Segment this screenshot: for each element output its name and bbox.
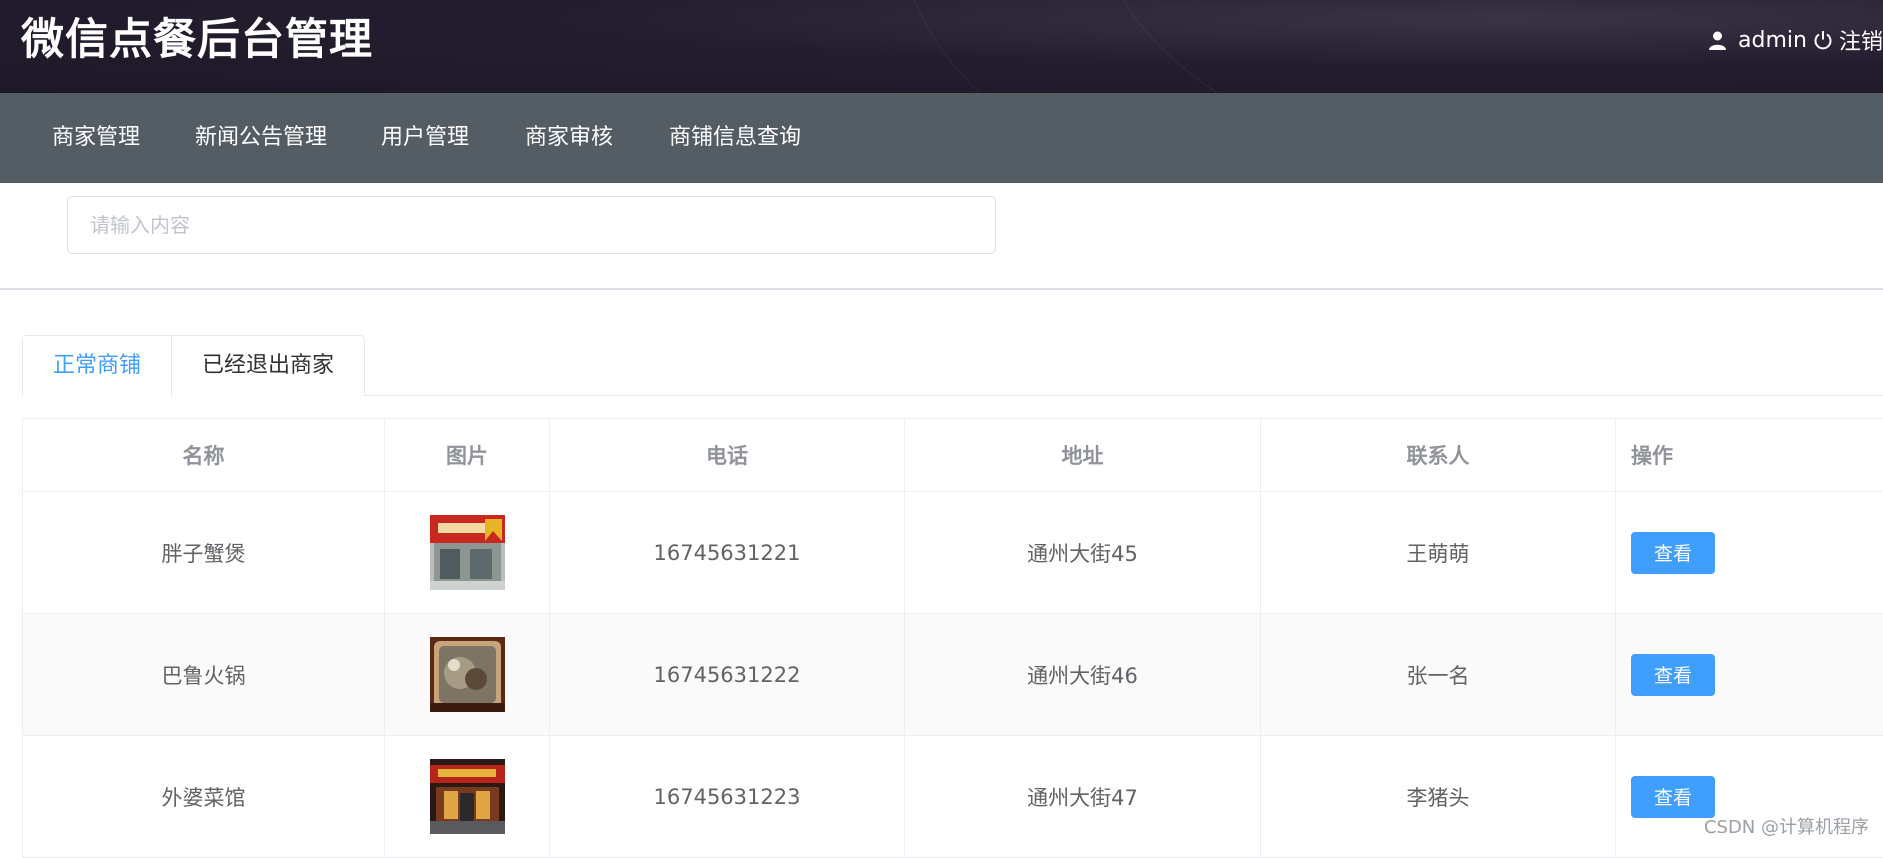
shop-contact: 张一名 [1261,614,1616,735]
shop-name: 胖子蟹煲 [23,492,385,613]
nav-item-merchant-management[interactable]: 商家管理 [52,93,140,183]
nav-item-merchant-review[interactable]: 商家审核 [525,93,613,183]
shop-address: 通州大街46 [905,614,1261,735]
shop-thumbnail [429,759,505,834]
power-icon[interactable] [1813,30,1833,50]
table-row: 外婆菜馆 16745631223 通州大街47 李猪头 查看 [23,736,1883,858]
shop-name: 巴鲁火锅 [23,614,385,735]
search-input[interactable] [67,196,996,254]
image-cell [385,614,550,735]
column-header-image: 图片 [385,419,550,491]
app-title: 微信点餐后台管理 [21,15,373,65]
shop-thumbnail [429,637,505,712]
action-cell: 查看 [1616,492,1883,613]
shop-phone: 16745631222 [550,614,905,735]
shop-status-tabs: 正常商铺 已经退出商家 [22,335,366,397]
view-button[interactable]: 查看 [1631,775,1715,818]
shop-contact: 李猪头 [1261,736,1616,857]
shop-table: 名称 图片 电话 地址 联系人 操作 胖子蟹煲 16745631221 通州大街… [22,418,1883,858]
tab-normal-shops[interactable]: 正常商铺 [23,336,172,397]
nav-item-shop-query[interactable]: 商铺信息查询 [669,93,801,183]
nav-item-news-announcement[interactable]: 新闻公告管理 [195,93,327,183]
watermark: CSDN @计算机程序 [1703,817,1869,838]
table-row: 巴鲁火锅 16745631222 通州大街46 张一名 查看 [23,614,1883,736]
section-divider [0,288,1883,290]
tab-exited-merchants[interactable]: 已经退出商家 [171,336,364,396]
shop-phone: 16745631221 [550,492,905,613]
user-area: admin 注销 [1709,24,1883,56]
app-header: 微信点餐后台管理 admin 注销 [0,0,1883,93]
image-cell [385,492,550,613]
nav-item-user-management[interactable]: 用户管理 [381,93,469,183]
table-row: 胖子蟹煲 16745631221 通州大街45 王萌萌 查看 [23,492,1883,614]
shop-thumbnail [429,515,505,590]
column-header-contact: 联系人 [1261,419,1616,491]
logout-link[interactable]: 注销 [1839,24,1883,56]
main-nav: 商家管理 新闻公告管理 用户管理 商家审核 商铺信息查询 [0,93,1883,183]
column-header-address: 地址 [905,419,1261,491]
shop-phone: 16745631223 [550,736,905,857]
column-header-phone: 电话 [550,419,905,491]
image-cell [385,736,550,857]
shop-address: 通州大街47 [905,736,1261,857]
shop-address: 通州大街45 [905,492,1261,613]
shop-contact: 王萌萌 [1261,492,1616,613]
action-cell: 查看 [1616,614,1883,735]
shop-name: 外婆菜馆 [23,736,385,857]
user-icon [1709,31,1727,50]
view-button[interactable]: 查看 [1631,531,1715,574]
table-header: 名称 图片 电话 地址 联系人 操作 [23,419,1883,492]
column-header-action: 操作 [1631,444,1673,468]
user-name[interactable]: admin [1738,28,1807,53]
view-button[interactable]: 查看 [1631,653,1715,696]
column-header-name: 名称 [23,419,385,491]
